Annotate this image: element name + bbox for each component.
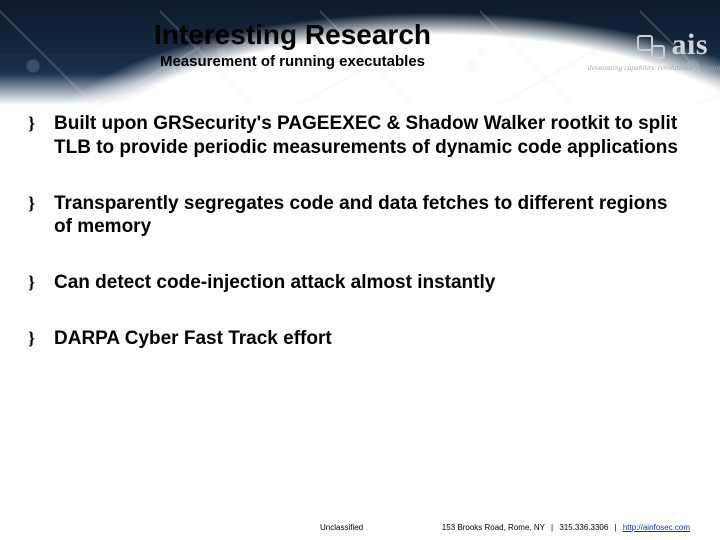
title-block: Interesting Research Measurement of runn… — [0, 20, 585, 70]
footer-classification: Unclassified — [320, 523, 363, 532]
content-area: Built upon GRSecurity's PAGEEXEC & Shado… — [28, 112, 690, 500]
slide-title: Interesting Research — [0, 20, 585, 51]
logo-tagline: devastating capability. revolutionary ad… — [588, 64, 708, 72]
footer-separator: | — [551, 523, 553, 532]
logo-icon — [637, 31, 665, 59]
footer-address: 153 Brooks Road, Rome, NY — [442, 523, 545, 532]
bullet-list: Built upon GRSecurity's PAGEEXEC & Shado… — [28, 112, 690, 351]
footer-separator: | — [615, 523, 617, 532]
footer-info: 153 Brooks Road, Rome, NY | 315.336.3306… — [442, 523, 690, 532]
bullet-item: Transparently segregates code and data f… — [28, 192, 690, 240]
slide: Interesting Research Measurement of runn… — [0, 0, 720, 540]
bullet-item: Built upon GRSecurity's PAGEEXEC & Shado… — [28, 112, 690, 160]
logo-text: ais — [671, 28, 708, 62]
bullet-item: Can detect code-injection attack almost … — [28, 271, 690, 295]
footer-link[interactable]: http://ainfosec.com — [623, 523, 690, 532]
logo-block: ais devastating capability. revolutionar… — [588, 28, 708, 72]
logo-row: ais — [588, 28, 708, 62]
slide-subtitle: Measurement of running executables — [0, 53, 585, 70]
footer-phone: 315.336.3306 — [559, 523, 608, 532]
bullet-item: DARPA Cyber Fast Track effort — [28, 327, 690, 351]
